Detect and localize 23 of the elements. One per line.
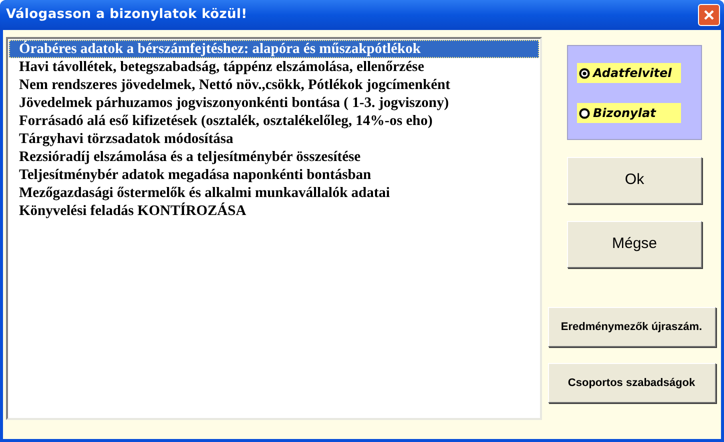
radio-option[interactable]: Adatfelvitel	[577, 63, 681, 83]
list-item[interactable]: Nem rendszeres jövedelmek, Nettó növ.,csökk, Pótlékok jogcímenként	[9, 76, 539, 94]
list-item[interactable]: Jövedelmek párhuzamos jogviszonyonkénti bontása ( 1-3. jogviszony)	[9, 94, 539, 112]
radio-button[interactable]	[579, 108, 590, 118]
list-item[interactable]: Havi távollétek, betegszabadság, táppénz elszámolása, ellenőrzése	[9, 58, 539, 76]
action-button[interactable]: Csoportos szabadságok	[548, 363, 716, 403]
list-item[interactable]: Könyvelési feladás KONTÍROZÁSA	[9, 202, 539, 220]
list-item[interactable]: Tárgyhavi törzsadatok módosítása	[9, 130, 539, 148]
radio-button[interactable]	[579, 68, 590, 78]
radio-label: Adatfelvitel	[593, 65, 672, 82]
action-button[interactable]: Eredménymezők újraszám.	[548, 307, 716, 347]
close-icon	[703, 9, 715, 21]
list-item[interactable]: Rezsióradíj elszámolása és a teljesítménybér összesítése	[9, 148, 539, 166]
list-item[interactable]: Teljesítménybér adatok megadása naponkénti bontásban	[9, 166, 539, 184]
close-button[interactable]	[698, 4, 720, 26]
list-item[interactable]: Forrásadó alá eső kifizetések (osztalék, osztalékelőleg, 14%-os eho)	[9, 112, 539, 130]
ok-button[interactable]: Ok	[567, 157, 702, 204]
radio-label: Bizonylat	[593, 105, 656, 122]
list-item[interactable]: Órabéres adatok a bérszámfejtéshez: alapóra és műszakpótlékok	[9, 40, 539, 58]
window-title: Válogasson a bizonylatok közül!	[6, 6, 248, 24]
radio-option[interactable]: Bizonylat	[577, 103, 681, 123]
cancel-button[interactable]: Mégse	[567, 221, 702, 268]
list-item[interactable]: Mezőgazdasági őstermelők és alkalmi munkavállalók adatai	[9, 184, 539, 202]
